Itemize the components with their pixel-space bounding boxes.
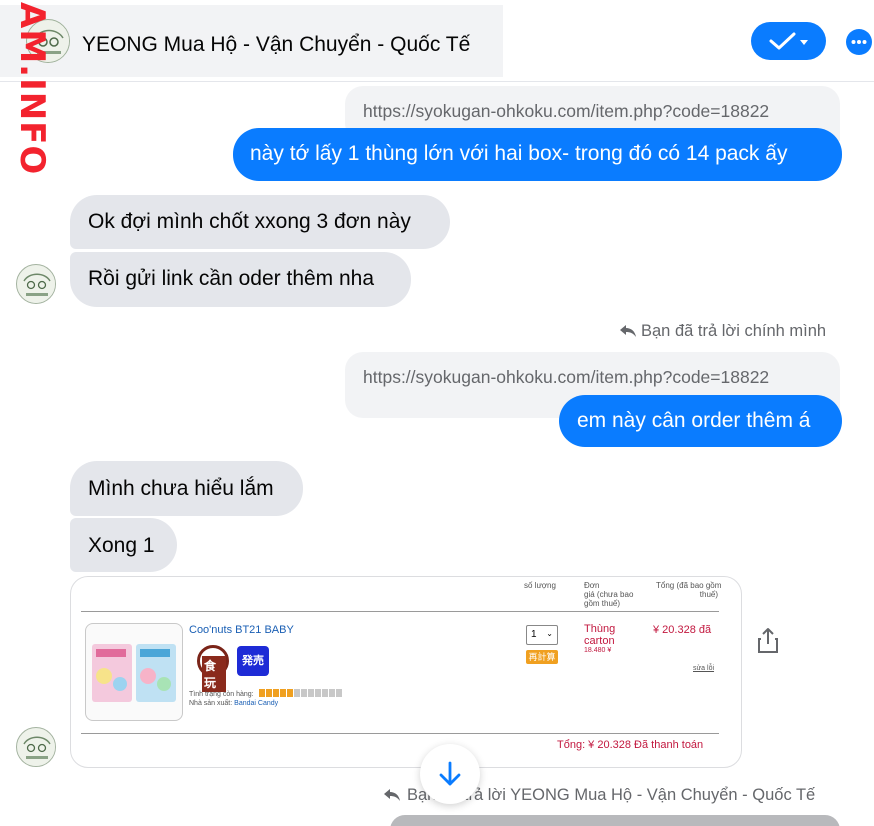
column-header-quantity: số lượng (524, 581, 556, 590)
unit-header-line: Đơn (584, 581, 600, 590)
maker-name: Bandai Candy (234, 700, 279, 707)
unit-name: Thùng carton (584, 623, 616, 647)
watermark: AM.INFO (10, 0, 52, 175)
conversation-header: YEONG Mua Hộ - Vận Chuyển - Quốc Tế AM.I… (0, 0, 874, 175)
stock-segment (307, 689, 314, 697)
food-toy-badge: 食玩 (197, 645, 229, 692)
reply-indicator: Bạn đã trả lời chính mình (619, 322, 826, 341)
chevron-down-icon: ⌄ (546, 629, 553, 638)
unit-header-line: giá (chưa bao (584, 590, 634, 600)
grand-total: Tổng: ¥ 20.328 Đã thanh toán (557, 739, 704, 751)
stock-segment (300, 689, 307, 697)
maker-info: Nhà sản xuất: Bandai Candy (189, 700, 278, 707)
outgoing-message[interactable]: em này cân order thêm á (559, 395, 842, 447)
stock-segment (258, 689, 265, 697)
stock-label: Tình trạng còn hàng: (189, 690, 254, 698)
reply-arrow-icon (384, 789, 400, 801)
stock-segment (321, 689, 328, 697)
incoming-message[interactable]: Mình chưa hiểu lắm (70, 461, 303, 516)
table-divider (81, 611, 719, 612)
stock-segment (335, 689, 342, 697)
unit-name-line: Thùng (584, 623, 616, 635)
check-menu-button[interactable] (751, 22, 826, 60)
product-box-image-icon (92, 644, 176, 702)
stock-segment (265, 689, 272, 697)
recalculate-button: 再計算 (526, 650, 558, 664)
avatar-logo-icon (18, 266, 55, 303)
more-options-button[interactable] (846, 29, 872, 55)
more-dots-icon (851, 40, 867, 44)
stock-segment (272, 689, 279, 697)
quantity-select: 1 ⌄ (526, 625, 558, 645)
maker-label: Nhà sản xuất: (189, 700, 233, 707)
column-header-unit-price: Đơn giá (chưa bao gồm thuế) (584, 581, 633, 609)
stock-segment (314, 689, 321, 697)
line-total: ¥ 20.328 đã (653, 624, 712, 636)
shared-image-cart-screenshot[interactable]: số lượng Đơn giá (chưa bao gồm thuế) Tổn… (70, 576, 742, 768)
incoming-message[interactable]: Rồi gửi link cần oder thêm nha (70, 252, 411, 307)
column-header-total: Tổng (đã bao gồm thuế) (656, 581, 722, 600)
total-header-line: thuế) (699, 590, 718, 600)
sender-avatar[interactable] (16, 727, 56, 767)
scroll-to-bottom-button[interactable] (420, 744, 480, 804)
stock-status: Tình trạng còn hàng: (189, 689, 343, 699)
unit-price: 18.480 ¥ (584, 647, 612, 654)
outgoing-message[interactable]: này tớ lấy 1 thùng lớn với hai box- tron… (233, 128, 842, 181)
table-divider (81, 733, 719, 734)
avatar-logo-icon (18, 729, 55, 766)
contact-info-box[interactable]: YEONG Mua Hộ - Vận Chuyển - Quốc Tế (0, 5, 503, 77)
reply-arrow-icon (620, 325, 636, 337)
checkmark-icon (769, 32, 808, 50)
on-sale-badge: 発売中 (237, 646, 269, 697)
share-icon (758, 628, 778, 653)
incoming-message[interactable]: Xong 1 (70, 518, 177, 572)
product-name: Coo'nuts BT21 BABY (189, 624, 294, 636)
food-toy-badge-text: 食玩 (202, 656, 226, 692)
total-header-line: Tổng (đã bao gồm (656, 581, 722, 590)
reply-indicator-text: Bạn đã trả lời chính mình (641, 322, 827, 340)
arrow-down-icon (439, 761, 461, 786)
product-thumbnail (85, 623, 183, 721)
reply-quote-partial[interactable] (390, 815, 840, 826)
sender-avatar[interactable] (16, 264, 56, 304)
watermark-text: AM.INFO (12, 2, 52, 176)
quantity-value: 1 (531, 629, 537, 640)
edit-link: sửa lỗi (693, 665, 715, 672)
stock-segment (328, 689, 335, 697)
share-button[interactable] (755, 627, 781, 655)
contact-name[interactable]: YEONG Mua Hộ - Vận Chuyển - Quốc Tế (82, 33, 470, 57)
incoming-message[interactable]: Ok đợi mình chốt xxong 3 đơn này (70, 195, 450, 249)
stock-level-bar (258, 689, 343, 699)
stock-segment (286, 689, 293, 697)
stock-segment (279, 689, 286, 697)
unit-name-line: carton (584, 634, 615, 647)
stock-segment (293, 689, 300, 697)
unit-header-line: gồm thuế) (584, 599, 621, 609)
